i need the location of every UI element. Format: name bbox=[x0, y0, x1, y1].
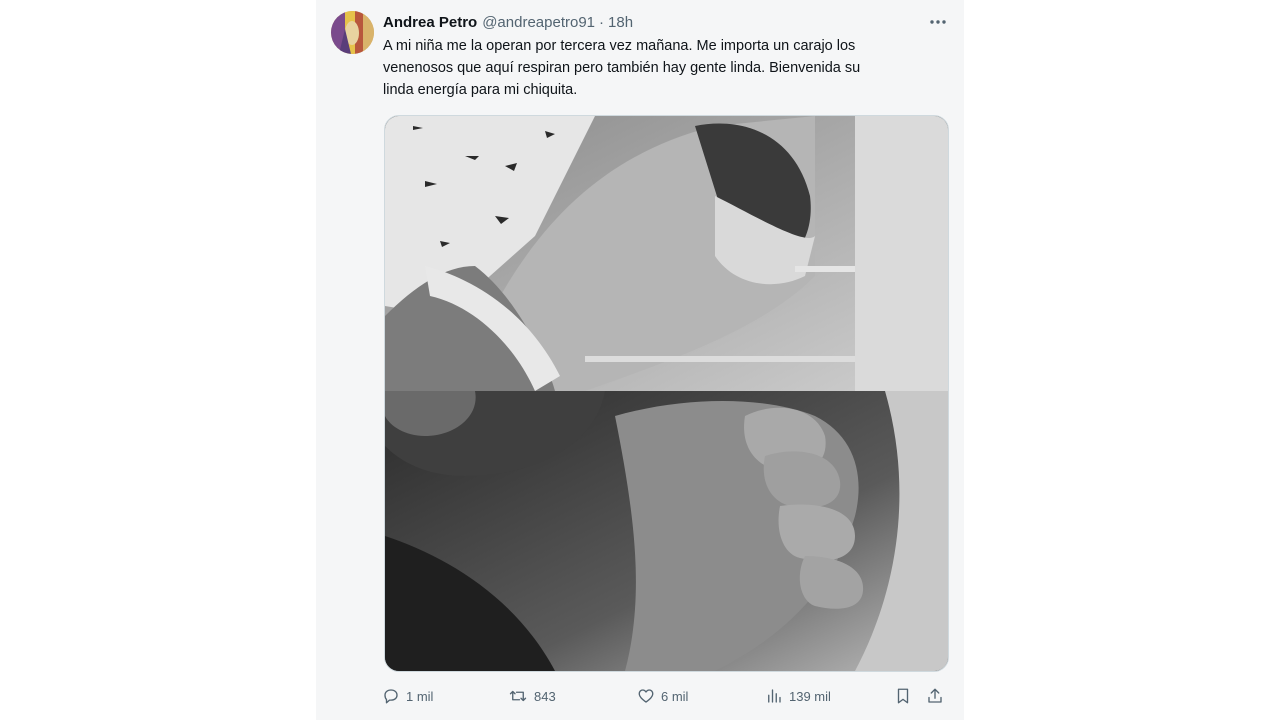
tweet-timestamp[interactable]: 18h bbox=[608, 14, 633, 31]
retweet-button[interactable]: 843 bbox=[508, 684, 556, 708]
author-name[interactable]: Andrea Petro bbox=[383, 14, 477, 31]
tweet-header: Andrea Petro @andreapetro91 · 18h bbox=[383, 11, 633, 33]
tweet-media-photo[interactable] bbox=[384, 115, 949, 672]
reply-icon bbox=[382, 687, 400, 705]
tweet-actions-bar: 1 mil 843 6 mil 139 mil bbox=[382, 684, 948, 708]
retweet-count: 843 bbox=[534, 688, 556, 704]
tweet-text-line: A mi niña me la operan por tercera vez m… bbox=[383, 38, 856, 54]
header-separator: · bbox=[599, 13, 605, 31]
share-button[interactable] bbox=[926, 684, 944, 708]
like-button[interactable]: 6 mil bbox=[637, 684, 688, 708]
tweet-text-line: venenosos que aquí respiran pero también… bbox=[383, 60, 861, 76]
tweet-text: A mi niña me la operan por tercera vez m… bbox=[383, 35, 948, 101]
bookmark-icon bbox=[894, 687, 912, 705]
reply-button[interactable]: 1 mil bbox=[382, 684, 433, 708]
retweet-icon bbox=[508, 687, 528, 705]
author-avatar[interactable] bbox=[331, 11, 374, 54]
like-count: 6 mil bbox=[661, 688, 689, 704]
tweet-card[interactable]: Andrea Petro @andreapetro91 · 18h A mi n… bbox=[316, 0, 964, 720]
tweet-text-line: linda energía para mi chiquita. bbox=[383, 82, 578, 98]
heart-icon bbox=[637, 687, 655, 705]
more-horizontal-icon[interactable] bbox=[928, 12, 948, 32]
views-button[interactable]: 139 mil bbox=[765, 684, 831, 708]
views-count: 139 mil bbox=[789, 688, 831, 704]
author-handle[interactable]: @andreapetro91 bbox=[482, 14, 595, 31]
page: Andrea Petro @andreapetro91 · 18h A mi n… bbox=[0, 0, 1280, 720]
reply-count: 1 mil bbox=[406, 688, 434, 704]
bookmark-button[interactable] bbox=[894, 684, 912, 708]
views-chart-icon bbox=[765, 687, 783, 705]
share-icon bbox=[926, 687, 944, 705]
